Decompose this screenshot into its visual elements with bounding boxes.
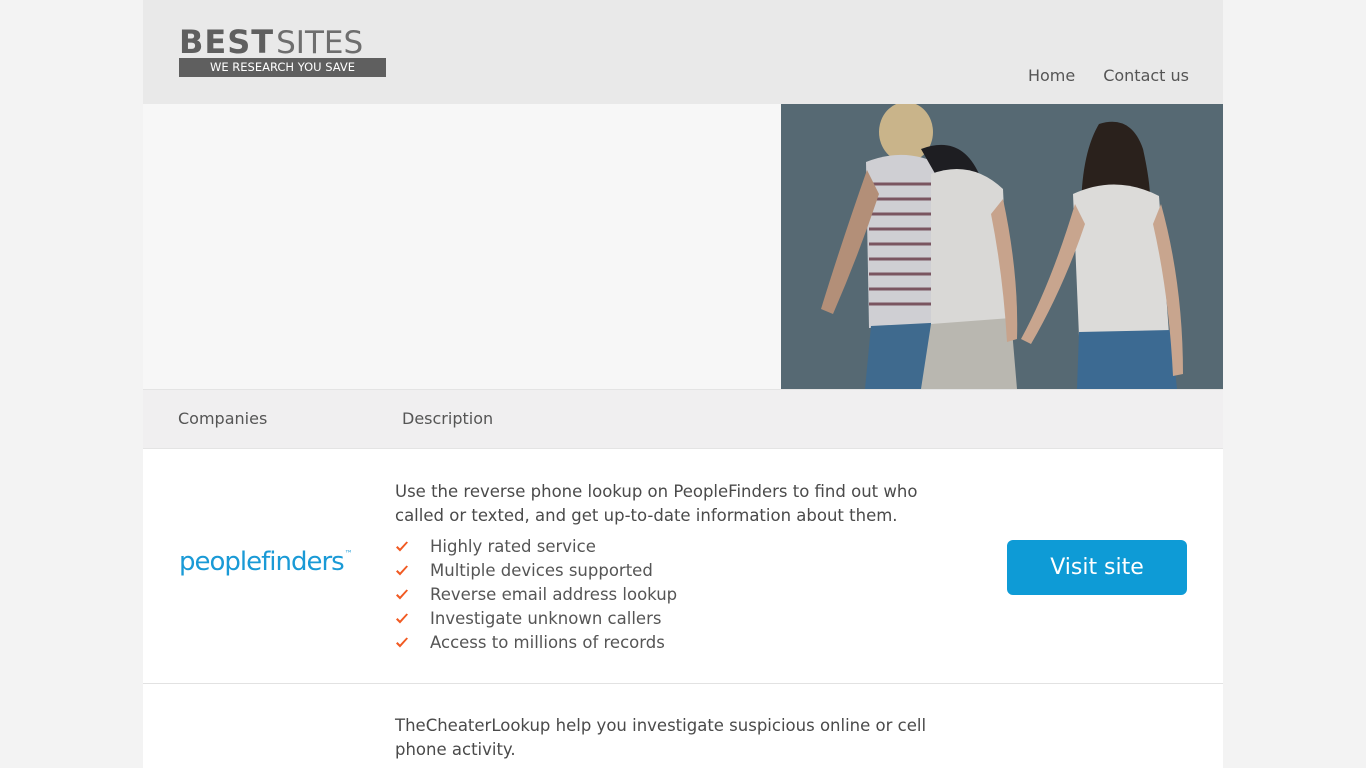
column-header-companies: Companies: [178, 409, 268, 428]
page-container: BESTSITES WE RESEARCH YOU SAVE Home Cont…: [143, 0, 1223, 768]
feature-text: Access to millions of records: [430, 633, 665, 652]
check-icon: [396, 541, 408, 552]
column-header-description: Description: [402, 409, 494, 428]
list-item: Highly rated service: [395, 535, 677, 559]
feature-list: Highly rated service Multiple devices su…: [395, 535, 677, 655]
company-logo-text: peoplefinders: [179, 547, 345, 577]
list-item: Investigate unknown callers: [395, 607, 677, 631]
list-item: Multiple devices supported: [395, 559, 677, 583]
row-description: TheCheaterLookup help you investigate su…: [395, 716, 927, 759]
trademark-mark: ™: [344, 549, 353, 558]
nav-contact-link[interactable]: Contact us: [1103, 66, 1189, 85]
check-icon: [396, 637, 408, 648]
hero-illustration: [781, 104, 1223, 389]
feature-text: Investigate unknown callers: [430, 609, 662, 628]
list-item: Reverse email address lookup: [395, 583, 677, 607]
logo-tagline: WE RESEARCH YOU SAVE: [179, 58, 386, 77]
site-logo[interactable]: BESTSITES WE RESEARCH YOU SAVE: [179, 26, 387, 78]
logo-bold-text: BEST: [179, 23, 275, 61]
list-item: Access to millions of records: [395, 631, 677, 655]
comparison-table-header: Companies Description: [143, 389, 1223, 449]
logo-light-text: SITES: [276, 25, 364, 61]
feature-text: Multiple devices supported: [430, 561, 653, 580]
table-row: TheCheaterLookup help you investigate su…: [143, 685, 1223, 768]
check-icon: [396, 565, 408, 576]
hero-couple-photo: [781, 104, 1223, 389]
peoplefinders-logo[interactable]: peoplefinders™: [179, 547, 353, 577]
feature-text: Highly rated service: [430, 537, 596, 556]
row-description: Use the reverse phone lookup on PeopleFi…: [395, 482, 918, 525]
hero-banner: [143, 104, 1223, 389]
check-icon: [396, 589, 408, 600]
nav-home-link[interactable]: Home: [1028, 66, 1075, 85]
site-header: BESTSITES WE RESEARCH YOU SAVE Home Cont…: [143, 0, 1223, 104]
logo-wordmark: BESTSITES: [179, 23, 364, 61]
feature-text: Reverse email address lookup: [430, 585, 678, 604]
check-icon: [396, 613, 408, 624]
main-nav: Home Contact us: [1028, 66, 1189, 85]
visit-site-button[interactable]: Visit site: [1007, 540, 1187, 595]
table-row: peoplefinders™ Use the reverse phone loo…: [143, 449, 1223, 684]
